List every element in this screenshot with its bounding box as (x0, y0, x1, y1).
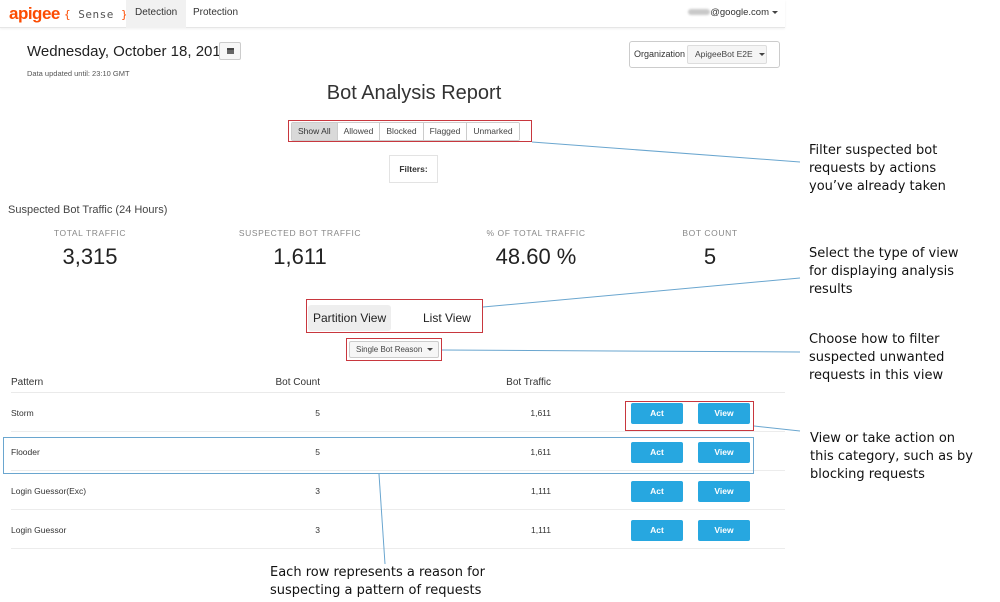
calendar-icon (227, 48, 234, 54)
bot-count: 3 (315, 525, 320, 535)
tab-protection[interactable]: Protection (184, 0, 247, 28)
view-button[interactable]: View (698, 481, 750, 502)
product-name: { Sense } (64, 8, 128, 21)
organization-label: Organization (634, 49, 686, 59)
annotation-line: View or take action on (810, 431, 956, 446)
chevron-down-icon (758, 53, 765, 57)
stat-bot-count: BOT COUNT 5 (610, 228, 810, 270)
bot-traffic: 1,111 (530, 486, 551, 496)
bot-count: 3 (315, 486, 320, 496)
annotation-action: View or take action on this category, su… (810, 430, 973, 484)
annotation-line: Choose how to filter (809, 332, 940, 347)
data-updated-text: Data updated until: 23:10 GMT (27, 69, 130, 78)
stat-value: 5 (703, 244, 717, 269)
stat-label: BOT COUNT (682, 228, 738, 238)
annotation-line: Select the type of view (809, 246, 959, 261)
organization-selector: Organization ApigeeBot E2E (629, 41, 780, 68)
col-bot-count: Bot Count (275, 377, 320, 388)
col-pattern: Pattern (11, 377, 44, 388)
tab-detection[interactable]: Detection (126, 0, 187, 28)
callout-line-view (482, 277, 801, 308)
stat-value: 3,315 (62, 244, 118, 269)
annotation-choose: Choose how to filter suspected unwanted … (809, 331, 944, 385)
table-row: Login Guessor(Exc) 3 1,111 Act View (11, 471, 785, 510)
user-email: @google.com (710, 7, 769, 18)
redacted-username (688, 9, 711, 16)
col-bot-traffic: Bot Traffic (506, 377, 551, 388)
annotation-filter: Filter suspected bot requests by actions… (809, 142, 946, 196)
stat-suspected-bot-traffic: SUSPECTED BOT TRAFFIC 1,611 (200, 228, 400, 270)
chevron-down-icon (772, 10, 778, 14)
annotation-line: Filter suspected bot (809, 143, 938, 158)
pattern-name: Storm (11, 408, 34, 418)
organization-value: ApigeeBot E2E (695, 49, 753, 59)
annotation-line: requests by actions (809, 161, 937, 176)
annotation-line: for displaying analysis (809, 264, 955, 279)
view-button[interactable]: View (698, 520, 750, 541)
product-label: Sense (78, 8, 114, 21)
highlight-action-buttons (625, 401, 754, 431)
annotation-line: results (809, 282, 853, 297)
annotation-line: suspecting a pattern of requests (270, 583, 482, 598)
stat-label: TOTAL TRAFFIC (53, 228, 127, 238)
top-nav: apigee { Sense } Detection Protection @g… (0, 0, 785, 28)
act-button[interactable]: Act (631, 520, 683, 541)
filters-label: Filters: (389, 155, 438, 183)
apigee-logo[interactable]: apigee (9, 4, 60, 24)
stat-percent-total: % OF TOTAL TRAFFIC 48.60 % (436, 228, 636, 270)
bot-traffic: 1,611 (530, 408, 551, 418)
highlight-filter-group (288, 120, 532, 142)
section-label: Suspected Bot Traffic (24 Hours) (8, 204, 168, 216)
bot-count: 5 (315, 408, 320, 418)
stat-label: SUSPECTED BOT TRAFFIC (238, 228, 362, 238)
annotation-line: blocking requests (810, 467, 925, 482)
callout-line-choose (441, 349, 801, 353)
stat-total-traffic: TOTAL TRAFFIC 3,315 (0, 228, 190, 270)
stat-label: % OF TOTAL TRAFFIC (486, 228, 586, 238)
organization-dropdown[interactable]: ApigeeBot E2E (687, 45, 767, 64)
annotation-line: you’ve already taken (809, 179, 946, 194)
calendar-button[interactable] (219, 42, 241, 60)
annotation-line: Each row represents a reason for (270, 565, 485, 580)
callout-line-filter (531, 141, 801, 163)
act-button[interactable]: Act (631, 481, 683, 502)
annotation-line: this category, such as by (810, 449, 973, 464)
annotation-view-type: Select the type of view for displaying a… (809, 245, 958, 299)
page-date: Wednesday, October 18, 2017 (27, 43, 230, 60)
highlight-reason-dropdown (346, 338, 442, 361)
brace-open: { (64, 8, 72, 21)
table-row: Login Guessor 3 1,111 Act View (11, 510, 785, 549)
annotation-row: Each row represents a reason for suspect… (270, 564, 485, 600)
stat-value: 1,611 (273, 244, 327, 269)
pattern-name: Login Guessor(Exc) (11, 486, 87, 496)
table-header: Pattern Bot Count Bot Traffic (11, 372, 785, 393)
highlight-row (3, 437, 754, 474)
annotation-line: requests in this view (809, 368, 944, 383)
bot-traffic: 1,111 (530, 525, 551, 535)
annotation-line: suspected unwanted (809, 350, 945, 365)
report-title: Bot Analysis Report (326, 82, 502, 104)
pattern-name: Login Guessor (11, 525, 67, 535)
highlight-view-toggle (306, 299, 483, 333)
stat-value: 48.60 % (495, 244, 577, 269)
user-menu[interactable]: @google.com (688, 0, 778, 28)
